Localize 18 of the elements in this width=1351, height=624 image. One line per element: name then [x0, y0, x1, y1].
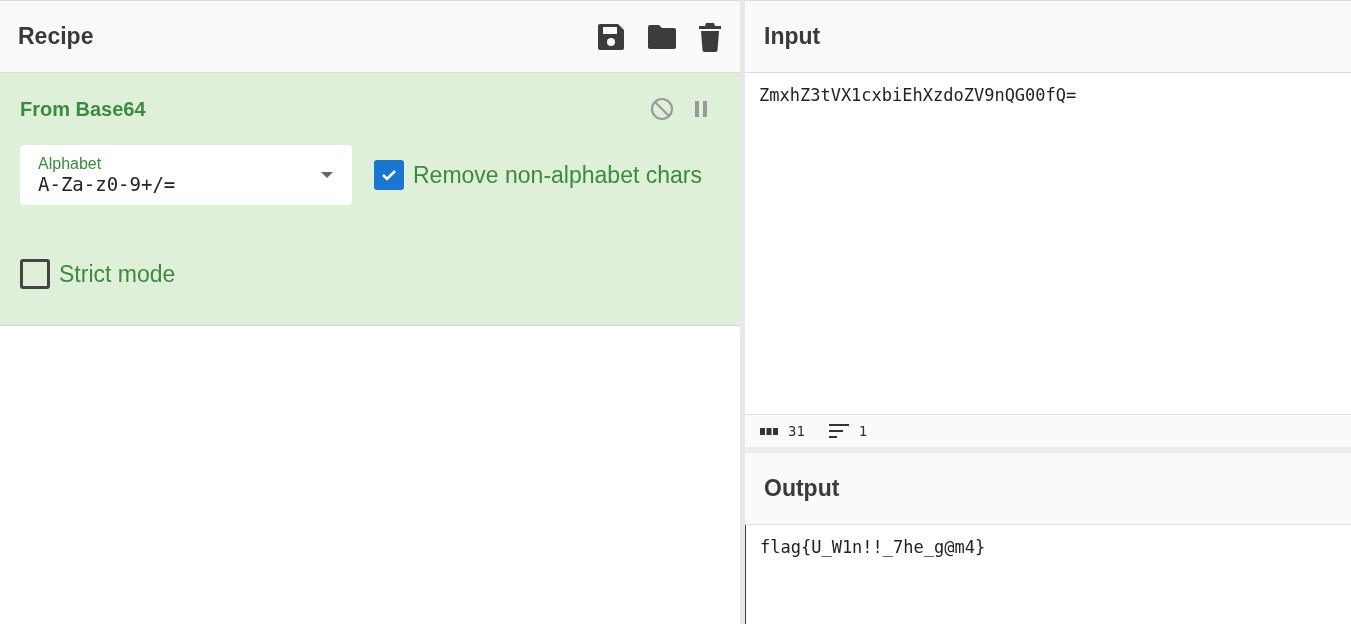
- checkbox[interactable]: [374, 160, 404, 190]
- output-text-area[interactable]: flag{U_W1n!!_7he_g@m4}: [745, 525, 1351, 624]
- checkbox-option[interactable]: Strict mode: [20, 259, 720, 289]
- input-title: Input: [764, 23, 821, 50]
- save-icon[interactable]: [596, 21, 626, 52]
- text-length-icon: [760, 427, 778, 435]
- caret-icon: [321, 172, 333, 178]
- line-count: 1: [858, 423, 868, 439]
- folder-icon[interactable]: [646, 23, 678, 50]
- alphabet-dropdown[interactable]: Alphabet A-Za-z0-9+/=: [20, 145, 352, 205]
- recipe-title: Recipe: [18, 23, 94, 50]
- checkbox-option[interactable]: Remove non-alphabet chars: [374, 160, 702, 190]
- checkbox[interactable]: [20, 259, 50, 289]
- trash-icon[interactable]: [698, 21, 722, 52]
- length-count: 31: [788, 423, 805, 439]
- lines-icon: [828, 424, 849, 438]
- operation-title: From Base64: [20, 97, 146, 121]
- output-title: Output: [764, 475, 840, 502]
